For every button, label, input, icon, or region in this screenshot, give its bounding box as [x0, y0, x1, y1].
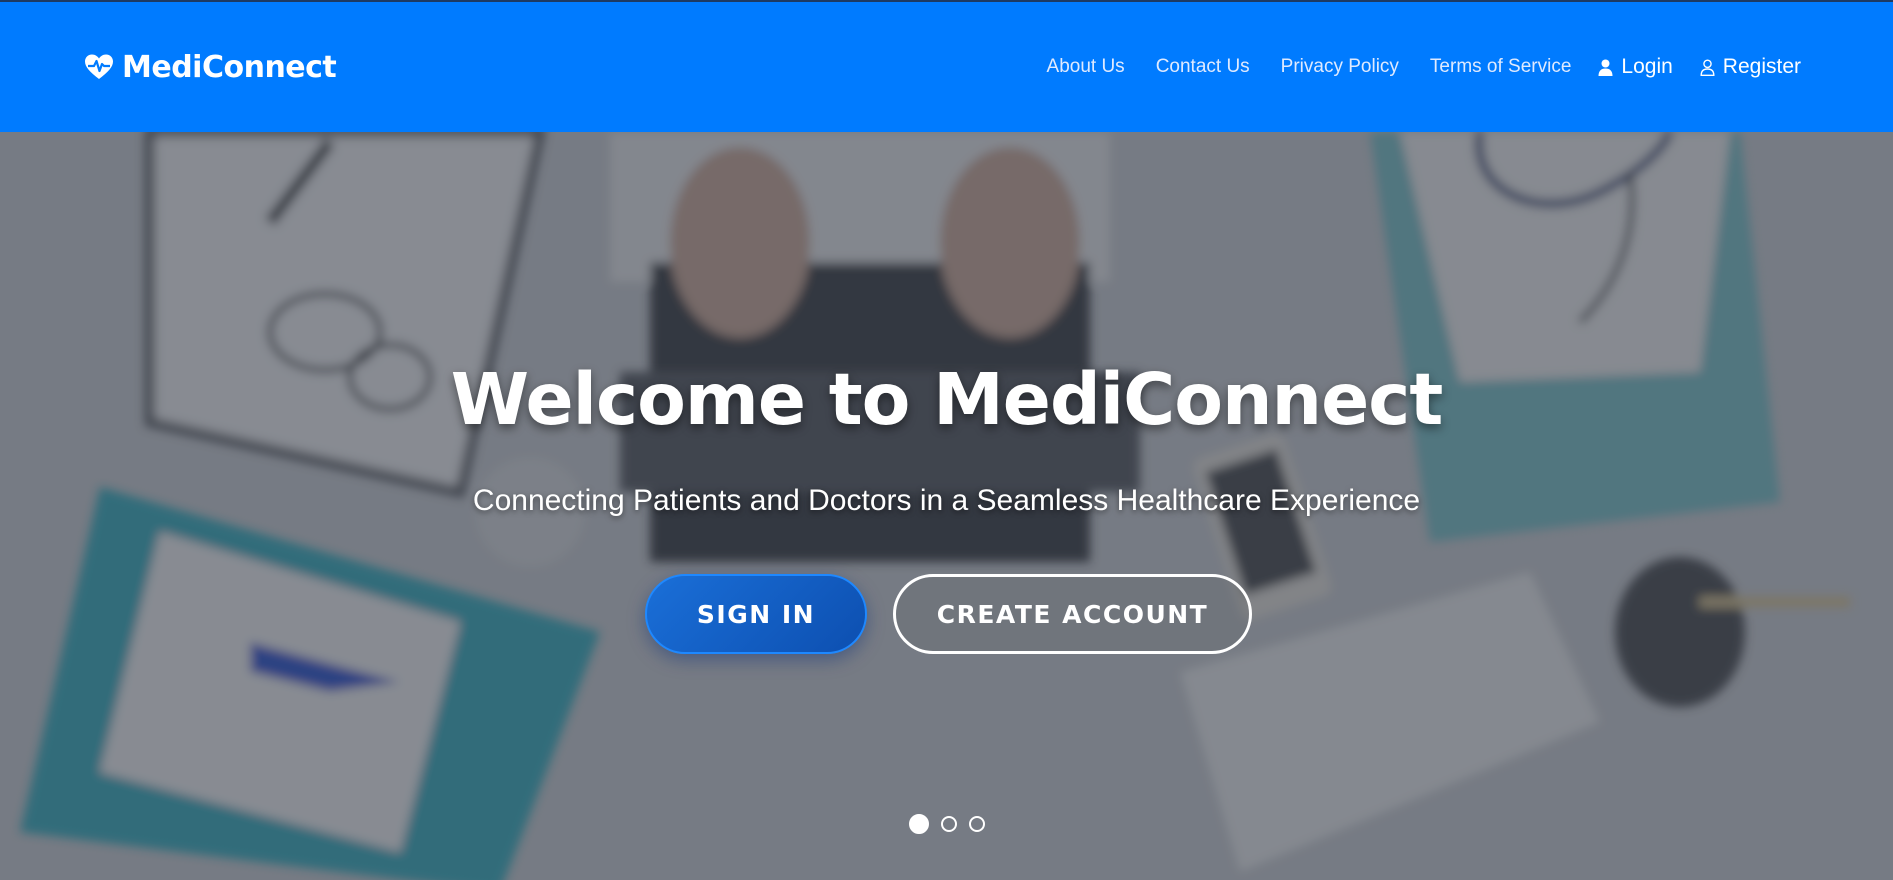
hero-title: Welcome to MediConnect	[450, 358, 1444, 441]
navbar: MediConnect About Us Contact Us Privacy …	[0, 0, 1893, 132]
login-link[interactable]: Login	[1598, 55, 1673, 79]
carousel-dot-3[interactable]	[968, 816, 985, 832]
nav-link-contact[interactable]: Contact Us	[1156, 56, 1250, 78]
carousel-indicators	[0, 814, 1893, 834]
register-label: Register	[1722, 55, 1801, 78]
register-link[interactable]: Register	[1700, 55, 1801, 79]
create-account-button[interactable]: CREATE ACCOUNT	[893, 574, 1252, 654]
user-solid-icon	[1598, 59, 1613, 76]
nav-link-about[interactable]: About Us	[1047, 56, 1125, 78]
brand-logo[interactable]: MediConnect	[84, 49, 337, 85]
hero-subtitle: Connecting Patients and Doctors in a Sea…	[472, 484, 1421, 517]
sign-in-button[interactable]: SIGN IN	[645, 574, 867, 654]
carousel-dot-2[interactable]	[940, 816, 957, 832]
nav-link-privacy[interactable]: Privacy Policy	[1281, 56, 1399, 78]
login-label: Login	[1621, 55, 1673, 78]
carousel-dot-1[interactable]	[908, 814, 929, 834]
user-outline-icon	[1700, 59, 1715, 76]
heartbeat-icon	[85, 54, 113, 79]
nav-links: About Us Contact Us Privacy Policy Terms…	[1016, 55, 1801, 79]
hero-carousel: Welcome to MediConnect Connecting Patien…	[0, 132, 1893, 880]
brand-name: MediConnect	[122, 49, 337, 85]
nav-link-terms[interactable]: Terms of Service	[1430, 56, 1571, 78]
